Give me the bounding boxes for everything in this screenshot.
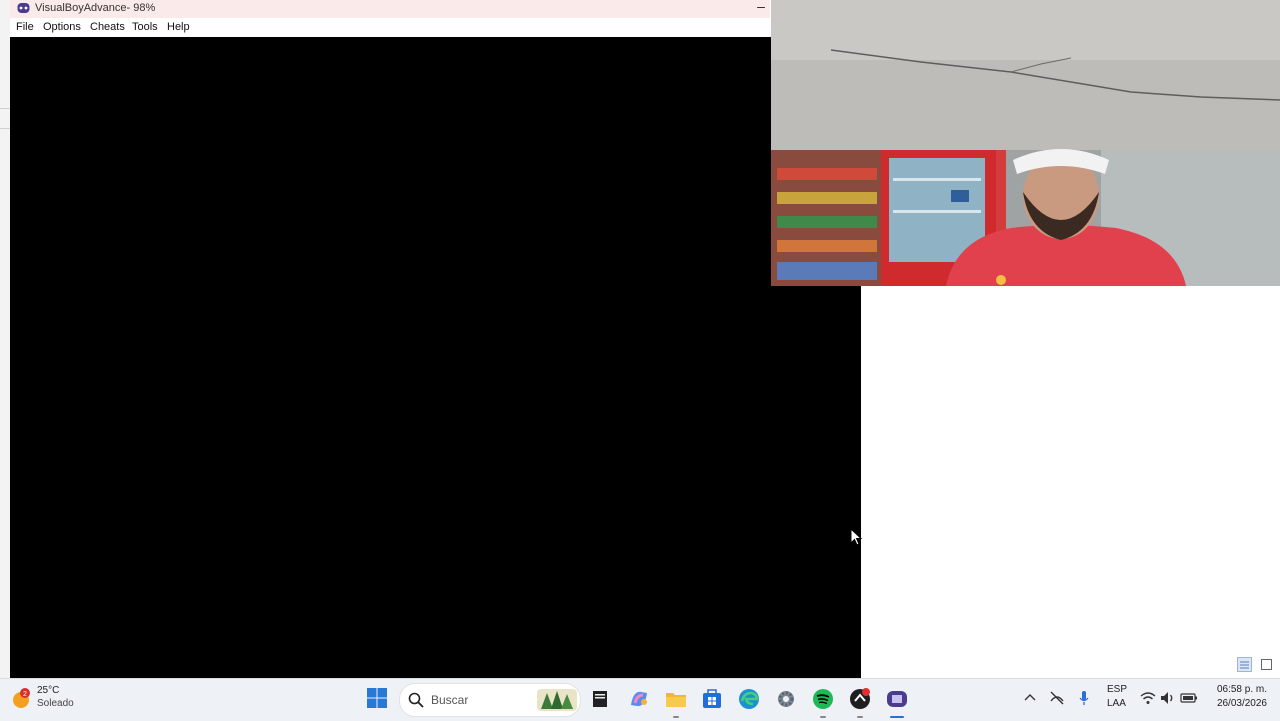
clock-time[interactable]: 06:58 p. m. [1205, 684, 1267, 695]
weather-badge: 2 [23, 691, 27, 698]
running-indicator [820, 716, 826, 718]
menu-file[interactable]: File [16, 21, 34, 33]
search-highlight-icon [537, 689, 577, 711]
language-code[interactable]: ESP [1107, 684, 1127, 695]
menu-help[interactable]: Help [167, 21, 190, 33]
battery-icon[interactable] [1180, 689, 1198, 707]
running-indicator [673, 716, 679, 718]
taskbar: 2 25°C Soleado Buscar ESP LAA 06:58 p. m… [0, 678, 1280, 721]
search-placeholder: Buscar [431, 693, 469, 707]
network-off-icon[interactable] [1048, 689, 1066, 707]
menu-options[interactable]: Options [43, 21, 81, 33]
weather-temperature[interactable]: 25°C [37, 685, 59, 696]
window-title: VisualBoyAdvance- 98% [35, 2, 156, 14]
layout-view-icon[interactable] [1237, 657, 1252, 672]
edge-divider [0, 128, 10, 129]
microphone-icon[interactable] [1075, 689, 1093, 707]
microsoft-store-icon[interactable] [700, 687, 724, 711]
wifi-icon[interactable] [1139, 689, 1157, 707]
mouse-cursor-icon [850, 528, 862, 546]
clock-date[interactable]: 26/03/2026 [1205, 698, 1267, 709]
menu-tools[interactable]: Tools [132, 21, 158, 33]
minimize-button[interactable]: – [752, 0, 770, 18]
chevron-up-icon[interactable] [1021, 689, 1039, 707]
active-app-indicator [890, 716, 904, 718]
fullscreen-icon[interactable] [1259, 657, 1274, 672]
windows-start-icon[interactable] [366, 687, 388, 709]
search-icon [408, 692, 424, 708]
menu-cheats[interactable]: Cheats [90, 21, 125, 33]
webcam-image [771, 0, 1280, 286]
menu-bar: File Options Cheats Tools Help [10, 18, 770, 38]
edge-divider [0, 108, 10, 109]
running-indicator [857, 716, 863, 718]
keyboard-layout[interactable]: LAA [1107, 698, 1126, 709]
spotify-icon[interactable] [811, 687, 835, 711]
file-explorer-icon[interactable] [588, 687, 612, 711]
visualboyadvance-app-icon [17, 3, 30, 13]
desktop-area [861, 286, 1280, 678]
game-app-icon[interactable] [848, 687, 872, 711]
copilot-icon[interactable] [627, 687, 651, 711]
folder-icon[interactable] [664, 687, 688, 711]
visualboyadvance-icon[interactable] [885, 687, 909, 711]
edge-icon[interactable] [737, 687, 761, 711]
title-bar[interactable]: VisualBoyAdvance- 98% – [10, 0, 770, 18]
weather-condition[interactable]: Soleado [37, 698, 74, 709]
taskbar-search[interactable]: Buscar [399, 683, 581, 717]
settings-icon[interactable] [774, 687, 798, 711]
weather-sun-icon[interactable]: 2 [10, 688, 32, 710]
volume-icon[interactable] [1159, 689, 1177, 707]
emulator-screen[interactable] [10, 37, 861, 678]
webcam-overlay [771, 0, 1280, 286]
